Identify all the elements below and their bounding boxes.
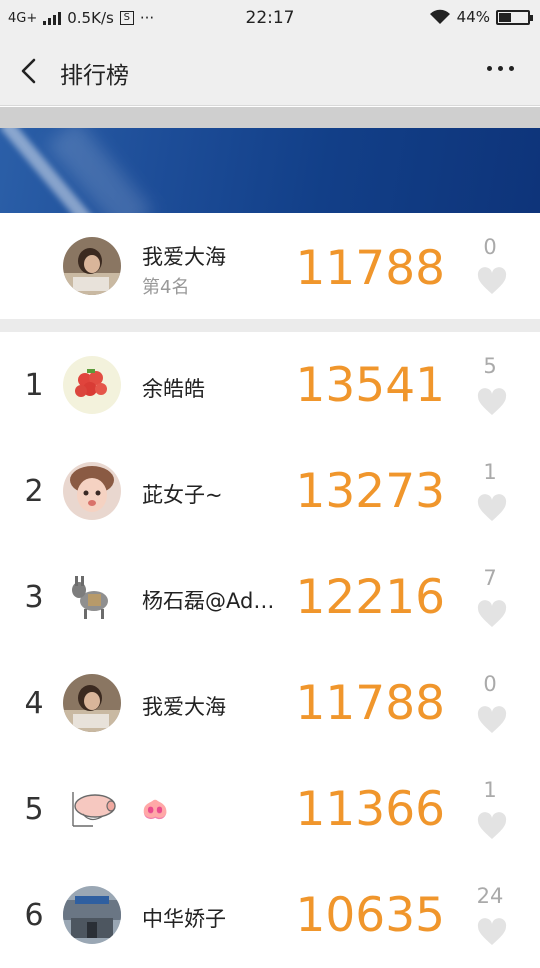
heart-icon[interactable] (477, 388, 507, 416)
user-name: 我爱大海 (142, 695, 226, 719)
battery-percent: 44% (456, 8, 490, 26)
ranking-row[interactable]: 5 🐽 11366 1 (0, 756, 540, 862)
heart-icon[interactable] (477, 918, 507, 946)
user-score: 10635 (295, 888, 445, 943)
user-name: 茈女子~ (142, 483, 223, 507)
heart-icon[interactable] (477, 812, 507, 840)
ranking-row[interactable]: 4 我爱大海 11788 0 (0, 650, 540, 756)
user-score: 11788 (295, 676, 445, 731)
rank-number: 6 (24, 898, 44, 933)
like-count: 1 (483, 778, 497, 802)
my-rank-row[interactable]: 我爱大海 第4名 11788 0 (0, 213, 540, 319)
user-avatar[interactable] (63, 674, 121, 732)
user-score: 13541 (295, 358, 445, 413)
ranking-row[interactable]: 2 茈女子~ 13273 1 (0, 438, 540, 544)
user-name: 🐽 (142, 797, 169, 821)
status-bar: 4G+ 0.5K/s S ··· 22:17 44% (0, 0, 540, 36)
ranking-row[interactable]: 6 中华娇子 10635 24 (0, 862, 540, 968)
my-rank-text: 第4名 (142, 277, 190, 298)
ranking-row[interactable]: 1 余皓皓 13541 5 (0, 332, 540, 438)
nav-bar: 排行榜 (0, 36, 540, 106)
like-count: 1 (483, 460, 497, 484)
rank-number: 2 (24, 474, 44, 509)
like-count: 24 (476, 884, 504, 908)
wifi-icon (429, 9, 450, 24)
battery-level (499, 12, 511, 22)
rank-number: 1 (24, 368, 44, 403)
page-title: 排行榜 (60, 63, 129, 89)
ranking-row[interactable]: 3 杨石磊@Ad… 12216 7 (0, 544, 540, 650)
rank-number: 4 (24, 686, 44, 721)
like-count: 7 (483, 566, 497, 590)
rank-number: 5 (24, 792, 44, 827)
heart-icon[interactable] (477, 267, 507, 295)
status-right: 44% (429, 8, 533, 26)
heart-icon[interactable] (477, 600, 507, 628)
my-like-count: 0 (483, 235, 497, 259)
divider-strip (0, 107, 540, 128)
ranking-list: 1 余皓皓 13541 5 2 茈女子~ 13273 1 3 杨石磊@Ad… 1… (0, 332, 540, 968)
my-score: 11788 (295, 241, 445, 296)
like-count: 5 (483, 354, 497, 378)
user-name: 余皓皓 (142, 377, 205, 401)
user-score: 13273 (295, 464, 445, 519)
more-options-icon[interactable] (487, 66, 514, 71)
user-avatar[interactable] (63, 886, 121, 944)
heart-icon[interactable] (477, 706, 507, 734)
user-score: 11366 (295, 782, 445, 837)
user-name: 中华娇子 (142, 907, 226, 931)
my-avatar[interactable] (63, 237, 121, 295)
banner-image (0, 128, 540, 213)
battery-icon (496, 9, 533, 25)
my-name: 我爱大海 (142, 245, 226, 269)
user-score: 12216 (295, 570, 445, 625)
user-avatar[interactable] (63, 568, 121, 626)
like-count: 0 (483, 672, 497, 696)
user-name: 杨石磊@Ad… (142, 589, 275, 613)
section-separator (0, 319, 540, 332)
user-avatar[interactable] (63, 356, 121, 414)
user-avatar[interactable] (63, 780, 121, 838)
user-avatar[interactable] (63, 462, 121, 520)
back-arrow-icon[interactable] (14, 56, 44, 86)
heart-icon[interactable] (477, 494, 507, 522)
rank-number: 3 (24, 580, 44, 615)
